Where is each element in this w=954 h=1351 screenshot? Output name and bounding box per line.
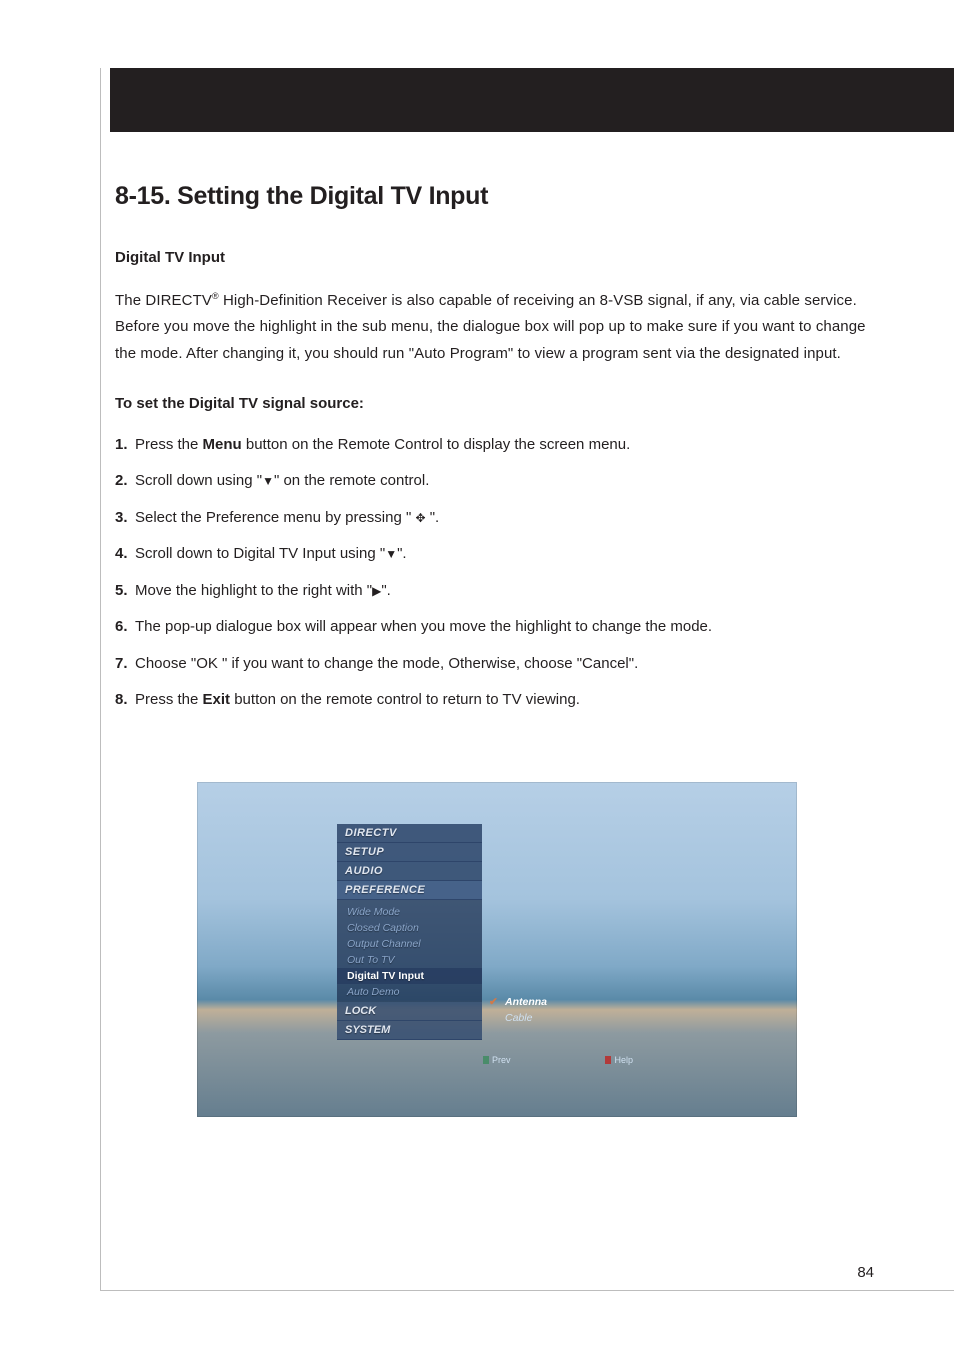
- menu-setup: SETUP: [337, 843, 482, 862]
- submenu-closed-caption: Closed Caption: [337, 920, 482, 936]
- intro-paragraph: The DIRECTV® High-Definition Receiver is…: [115, 288, 879, 367]
- step-3: Select the Preference menu by pressing "…: [115, 507, 879, 530]
- options-panel: Antenna Cable: [483, 994, 623, 1026]
- menu-lock: LOCK: [337, 1002, 482, 1021]
- intro-rest: High-Definition Receiver is also capable…: [115, 292, 866, 362]
- submenu-wide-mode: Wide Mode: [337, 904, 482, 920]
- page-number: 84: [857, 1264, 874, 1281]
- footer-help: Help: [605, 1055, 633, 1065]
- registered-mark: ®: [212, 291, 219, 301]
- menu-preference: PREFERENCE: [337, 881, 482, 900]
- submenu-panel: Wide Mode Closed Caption Output Channel …: [337, 900, 482, 1002]
- screenshot-container: DIRECTV SETUP AUDIO PREFERENCE Wide Mode…: [115, 782, 879, 1117]
- menu-audio: AUDIO: [337, 862, 482, 881]
- subheading-steps: To set the Digital TV signal source:: [115, 395, 879, 412]
- page-bottom-rule: [100, 1290, 954, 1291]
- step-4: Scroll down to Digital TV Input using "▼…: [115, 543, 879, 566]
- menu-system: SYSTEM: [337, 1021, 482, 1040]
- menu-bold: Menu: [203, 436, 242, 453]
- step-1: Press the Menu button on the Remote Cont…: [115, 434, 879, 457]
- submenu-output-channel: Output Channel: [337, 936, 482, 952]
- submenu-digital-tv-input: Digital TV Input: [337, 968, 482, 984]
- subheading-digital-tv-input: Digital TV Input: [115, 249, 879, 266]
- step-5: Move the highlight to the right with "▶"…: [115, 580, 879, 603]
- exit-bold: Exit: [203, 691, 231, 708]
- steps-list: Press the Menu button on the Remote Cont…: [115, 434, 879, 712]
- header-bar: [110, 68, 954, 132]
- intro-pre: The DIRECTV: [115, 292, 212, 309]
- menu-directv: DIRECTV: [337, 824, 482, 843]
- right-triangle-icon: ▶: [372, 582, 381, 600]
- submenu-auto-demo: Auto Demo: [337, 984, 482, 1000]
- step-6: The pop-up dialogue box will appear when…: [115, 616, 879, 639]
- lower-menu: LOCK SYSTEM: [337, 1002, 482, 1040]
- option-antenna: Antenna: [483, 994, 623, 1010]
- page-content: 8-15. Setting the Digital TV Input Digit…: [115, 182, 879, 1117]
- step-8: Press the Exit button on the remote cont…: [115, 689, 879, 712]
- menu-stack: DIRECTV SETUP AUDIO PREFERENCE Wide Mode…: [337, 824, 482, 1040]
- option-cable: Cable: [483, 1010, 623, 1026]
- down-triangle-icon: ▼: [262, 472, 274, 490]
- nav-cross-icon: ✥: [415, 509, 425, 527]
- section-heading: 8-15. Setting the Digital TV Input: [115, 182, 879, 211]
- step-7: Choose "OK " if you want to change the m…: [115, 653, 879, 676]
- step-2: Scroll down using "▼" on the remote cont…: [115, 470, 879, 493]
- page-left-rule: [100, 68, 101, 1291]
- footer-hints: Prev Help: [483, 1055, 633, 1065]
- tv-menu-screenshot: DIRECTV SETUP AUDIO PREFERENCE Wide Mode…: [197, 782, 797, 1117]
- footer-prev: Prev: [483, 1055, 511, 1065]
- down-triangle-icon: ▼: [385, 545, 397, 563]
- submenu-out-to-tv: Out To TV: [337, 952, 482, 968]
